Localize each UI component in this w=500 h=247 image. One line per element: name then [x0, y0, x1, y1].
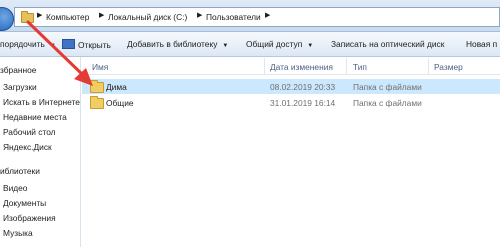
folder-icon	[90, 96, 104, 109]
file-name: Общие	[106, 98, 134, 108]
column-header-date[interactable]: Дата изменения	[270, 62, 333, 72]
file-date: 08.02.2019 20:33	[270, 82, 336, 92]
add-to-library-button[interactable]: Добавить в библиотеку ▼	[127, 39, 228, 49]
open-button[interactable]: Открыть	[62, 39, 111, 50]
command-bar: порядочить ▼ Открыть Добавить в библиотек…	[0, 32, 500, 57]
file-type: Папка с файлами	[353, 98, 422, 108]
breadcrumb-users[interactable]: Пользователи	[206, 12, 261, 22]
nav-yandex-disk[interactable]: Яндекс.Диск	[3, 142, 52, 152]
nav-search-internet[interactable]: Искать в Интернете	[3, 97, 80, 107]
chevron-down-icon: ▼	[307, 43, 314, 49]
organize-button[interactable]: порядочить ▼	[0, 39, 56, 49]
file-date: 31.01.2019 16:14	[270, 98, 336, 108]
column-divider[interactable]	[346, 58, 347, 74]
organize-label: порядочить	[0, 39, 45, 49]
nav-downloads[interactable]: Загрузки	[3, 82, 37, 92]
burn-button[interactable]: Записать на оптический диск	[331, 39, 444, 49]
nav-favorites[interactable]: збранное	[0, 65, 36, 75]
chevron-down-icon: ▼	[49, 43, 56, 49]
chevron-right-icon[interactable]: ▶	[37, 11, 42, 19]
nav-desktop[interactable]: Рабочий стол	[3, 127, 56, 137]
column-divider[interactable]	[428, 58, 429, 74]
chevron-right-icon[interactable]: ▶	[265, 11, 270, 19]
nav-images[interactable]: Изображения	[3, 213, 56, 223]
file-row[interactable]: Дима 08.02.2019 20:33 Папка с файлами	[82, 79, 500, 94]
address-bar[interactable]: ▶ Компьютер ▶ Локальный диск (C:) ▶ Поль…	[14, 7, 500, 27]
nav-documents[interactable]: Документы	[3, 198, 46, 208]
share-button[interactable]: Общий доступ ▼	[246, 39, 313, 49]
open-icon	[62, 39, 75, 49]
nav-libraries[interactable]: иблиотеки	[0, 166, 40, 176]
breadcrumb-local-disk[interactable]: Локальный диск (C:)	[108, 12, 187, 22]
nav-recent-places[interactable]: Недавние места	[3, 112, 67, 122]
file-name: Дима	[106, 82, 127, 92]
file-type: Папка с файлами	[353, 82, 422, 92]
chevron-right-icon[interactable]: ▶	[197, 11, 202, 19]
column-header-name[interactable]: Имя	[92, 62, 108, 72]
pane-splitter[interactable]	[80, 57, 81, 247]
chevron-down-icon: ▼	[222, 43, 229, 49]
breadcrumb-computer[interactable]: Компьютер	[46, 12, 89, 22]
folder-icon	[90, 80, 104, 93]
share-label: Общий доступ	[246, 39, 303, 49]
add-to-library-label: Добавить в библиотеку	[127, 39, 218, 49]
folder-icon	[21, 11, 34, 23]
column-header-type[interactable]: Тип	[353, 62, 367, 72]
file-row[interactable]: Общие 31.01.2019 16:14 Папка с файлами	[82, 95, 500, 110]
nav-music[interactable]: Музыка	[3, 228, 33, 238]
open-label: Открыть	[78, 40, 111, 50]
column-header-size[interactable]: Размер	[434, 62, 463, 72]
new-folder-button[interactable]: Новая п	[466, 39, 497, 49]
nav-video[interactable]: Видео	[3, 183, 27, 193]
column-divider[interactable]	[264, 58, 265, 74]
chevron-right-icon[interactable]: ▶	[99, 11, 104, 19]
